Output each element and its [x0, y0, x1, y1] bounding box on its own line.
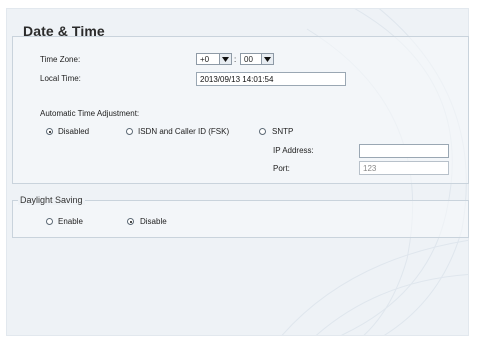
sntp-ip-address-field[interactable] [359, 144, 449, 158]
auto-adjust-isdn-radio[interactable] [126, 128, 133, 135]
daylight-saving-legend: Daylight Saving [18, 195, 85, 205]
local-time-field[interactable] [196, 72, 346, 86]
time-zone-separator: : [234, 55, 237, 64]
chevron-down-icon [261, 54, 273, 64]
sntp-ip-address-label: IP Address: [273, 146, 314, 155]
time-zone-label: Time Zone: [40, 55, 81, 64]
auto-adjust-isdn-label: ISDN and Caller ID (FSK) [138, 127, 230, 136]
time-zone-hour-value: +0 [200, 54, 210, 64]
time-zone-minute-value: 00 [244, 54, 253, 64]
time-zone-hour-select[interactable]: +0 [196, 53, 232, 65]
auto-adjust-sntp-radio[interactable] [259, 128, 266, 135]
daylight-enable-label: Enable [58, 217, 83, 226]
auto-adjust-disabled-radio[interactable] [46, 128, 53, 135]
local-time-label: Local Time: [40, 74, 81, 83]
daylight-disable-label: Disable [140, 217, 167, 226]
auto-adjust-label: Automatic Time Adjustment: [40, 109, 140, 118]
sntp-port-label: Port: [273, 164, 290, 173]
daylight-disable-radio[interactable] [127, 218, 134, 225]
sntp-port-field[interactable] [359, 161, 449, 175]
auto-adjust-sntp-label: SNTP [272, 127, 294, 136]
time-zone-minute-select[interactable]: 00 [240, 53, 274, 65]
chevron-down-icon [219, 54, 231, 64]
daylight-enable-radio[interactable] [46, 218, 53, 225]
auto-adjust-disabled-label: Disabled [58, 127, 90, 136]
